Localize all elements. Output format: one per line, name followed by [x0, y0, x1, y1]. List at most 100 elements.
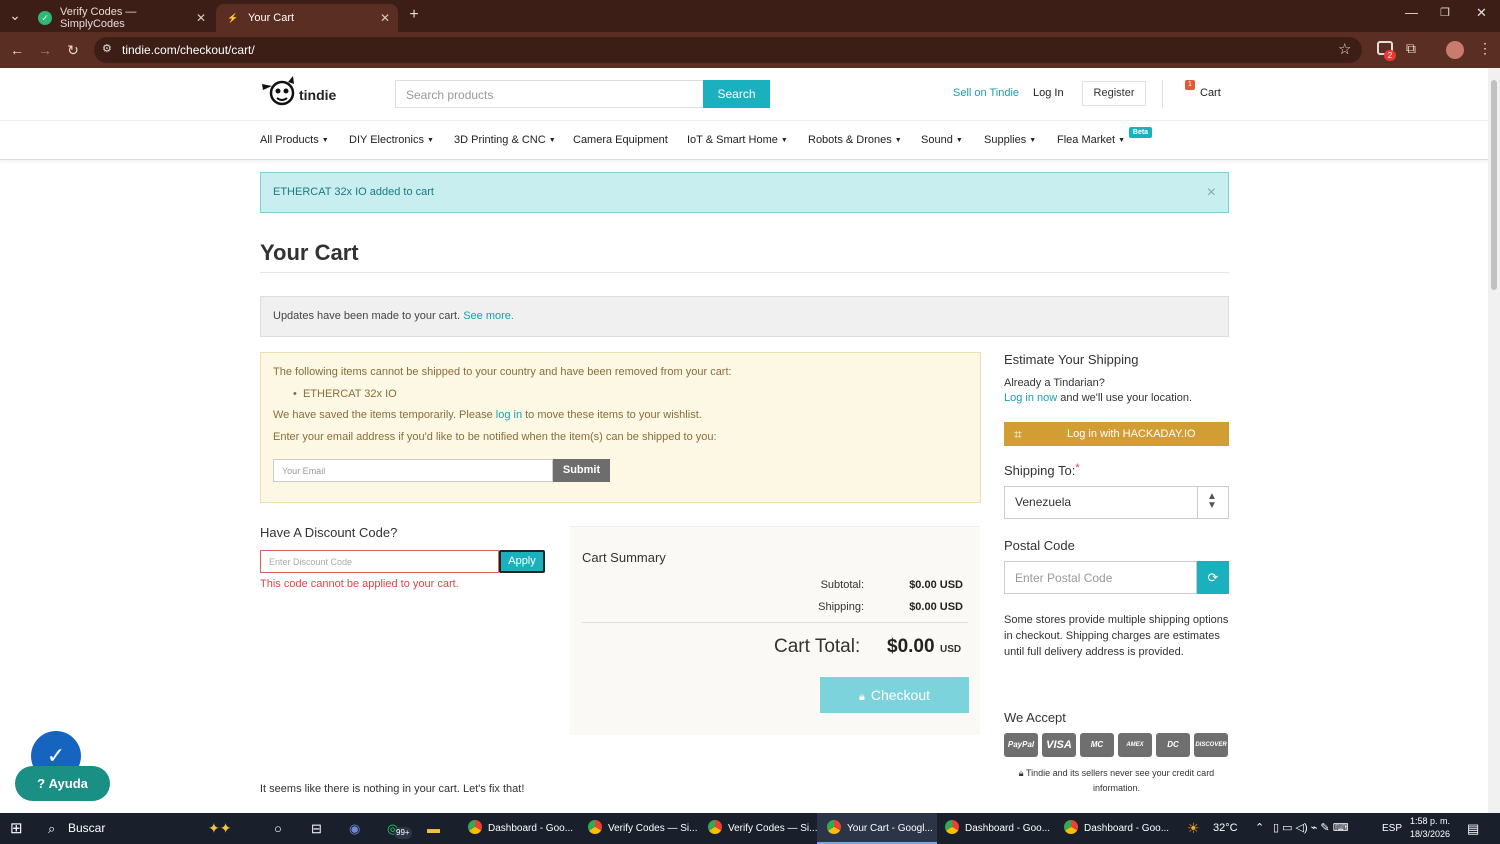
- taskbar-search-label[interactable]: Buscar: [68, 813, 105, 844]
- nav-all-products[interactable]: All Products ▼: [260, 134, 329, 146]
- privacy-text: Tindie and its sellers never see your cr…: [1025, 768, 1215, 793]
- privacy-note: 🔒︎ Tindie and its sellers never see your…: [1004, 766, 1229, 796]
- browser-tab-active[interactable]: ⚡ Your Cart ✕: [216, 4, 398, 32]
- nav-label: Flea Market: [1057, 134, 1116, 146]
- caret-down-icon: ▼: [548, 137, 556, 144]
- cart-link[interactable]: Cart: [1200, 87, 1221, 99]
- back-icon[interactable]: ←: [7, 40, 27, 60]
- taskbar-app[interactable]: Verify Codes — Si...: [698, 813, 818, 844]
- nav-3d-printing-cnc[interactable]: 3D Printing & CNC ▼: [454, 134, 556, 146]
- forward-icon[interactable]: →: [35, 40, 55, 60]
- login-link[interactable]: Log In: [1033, 87, 1064, 99]
- close-tab-icon[interactable]: ✕: [196, 11, 206, 25]
- url-text: tindie.com/checkout/cart/: [122, 43, 255, 57]
- taskbar-app-title: Dashboard - Goo...: [488, 823, 574, 834]
- close-alert-icon[interactable]: ×: [1207, 184, 1216, 202]
- nav-iot-smart-home[interactable]: IoT & Smart Home ▼: [687, 134, 788, 146]
- login-location-line: Log in now and we'll use your location.: [1004, 392, 1192, 404]
- warning-line-2: We have saved the items temporarily. Ple…: [273, 409, 702, 421]
- postal-code-input[interactable]: Enter Postal Code: [1004, 561, 1197, 594]
- sell-on-tindie-link[interactable]: Sell on Tindie: [953, 87, 1019, 99]
- tindie-logo-icon[interactable]: [260, 76, 296, 110]
- windows-start-icon[interactable]: ⊞: [10, 813, 23, 844]
- hackaday-label: Log in with HACKADAY.IO: [1067, 428, 1196, 440]
- site-info-icon[interactable]: ⚙: [102, 42, 112, 55]
- profile-avatar[interactable]: [1446, 41, 1464, 59]
- taskbar-app[interactable]: Dashboard - Goo...: [458, 813, 578, 844]
- select-divider: [1197, 487, 1198, 518]
- login-now-link[interactable]: Log in now: [1004, 392, 1057, 404]
- file-explorer-icon[interactable]: ▬: [427, 813, 440, 844]
- apply-discount-button[interactable]: Apply: [499, 550, 545, 573]
- taskbar-app-title: Your Cart - Googl...: [847, 823, 933, 834]
- shipping-note: Some stores provide multiple shipping op…: [1004, 614, 1229, 658]
- discount-code-input[interactable]: Enter Discount Code: [260, 550, 499, 573]
- notify-submit-button[interactable]: Submit: [553, 459, 610, 482]
- tray-chevron-icon[interactable]: ⌃: [1255, 813, 1264, 844]
- tab-search-chevron-icon[interactable]: ⌄: [5, 5, 25, 25]
- extensions-puzzle-icon[interactable]: ⧉: [1406, 40, 1416, 57]
- restore-icon[interactable]: ❐: [1440, 6, 1450, 19]
- beta-badge: Beta: [1129, 127, 1152, 138]
- weather-icon[interactable]: ☀: [1187, 813, 1200, 844]
- shipping-label: Shipping:: [818, 601, 864, 613]
- taskbar-app[interactable]: Dashboard - Goo...: [1054, 813, 1174, 844]
- warning-line-2-pre: We have saved the items temporarily. Ple…: [273, 409, 493, 421]
- taskbar-app[interactable]: Verify Codes — Si...: [578, 813, 698, 844]
- weather-temp[interactable]: 32°C: [1213, 813, 1238, 844]
- close-window-icon[interactable]: ✕: [1476, 5, 1487, 21]
- caret-down-icon: ▼: [321, 137, 329, 144]
- nav-sound[interactable]: Sound ▼: [921, 134, 963, 146]
- refresh-postal-icon[interactable]: ⟳: [1197, 561, 1229, 594]
- tray-icons[interactable]: ▯ ▭ ◁) ⌁ ✎ ⌨: [1273, 813, 1349, 844]
- taskbar-app-title: Dashboard - Goo...: [1084, 823, 1170, 834]
- country-select[interactable]: Venezuela ▲ ▼: [1004, 486, 1229, 519]
- page-scrollbar-thumb[interactable]: [1491, 80, 1497, 290]
- chrome-icon: [827, 820, 841, 834]
- see-more-link[interactable]: See more.: [463, 310, 514, 322]
- reload-icon[interactable]: ↻: [63, 40, 83, 60]
- new-tab-icon[interactable]: +: [404, 5, 424, 25]
- checkout-button[interactable]: 🔒︎ Checkout: [820, 677, 969, 713]
- empty-cart-message: It seems like there is nothing in your c…: [260, 783, 525, 795]
- language-indicator[interactable]: ESP: [1382, 813, 1402, 844]
- close-tab-icon[interactable]: ✕: [380, 11, 390, 25]
- tindie-logo-text[interactable]: tindie: [299, 87, 336, 103]
- bookmark-star-icon[interactable]: ☆: [1338, 40, 1351, 58]
- clock[interactable]: 1:58 p. m. 18/3/2026: [1405, 815, 1455, 841]
- login-location-text: and we'll use your location.: [1060, 392, 1193, 404]
- help-button[interactable]: ? Ayuda: [15, 766, 110, 801]
- required-mark: *: [1075, 462, 1080, 474]
- caret-down-icon: ▼: [1029, 137, 1037, 144]
- shipping-to-text: Shipping To:: [1004, 463, 1076, 478]
- page-title: Your Cart: [260, 240, 359, 265]
- address-bar[interactable]: [94, 37, 1362, 63]
- nav-robots-drones[interactable]: Robots & Drones ▼: [808, 134, 902, 146]
- widgets-icon[interactable]: ⊟: [311, 813, 322, 844]
- search-input[interactable]: Search products: [395, 80, 704, 108]
- discord-icon[interactable]: ◉: [349, 813, 360, 844]
- nav-supplies[interactable]: Supplies ▼: [984, 134, 1036, 146]
- browser-menu-icon[interactable]: ⋮: [1478, 40, 1492, 57]
- warning-login-link[interactable]: log in: [496, 409, 522, 421]
- task-view-icon[interactable]: ○: [274, 813, 282, 844]
- minimize-icon[interactable]: —: [1405, 5, 1418, 20]
- notify-email-input[interactable]: Your Email: [273, 459, 553, 482]
- search-button[interactable]: Search: [703, 80, 770, 108]
- copilot-sparkle-icon[interactable]: ✦✦: [208, 813, 231, 844]
- notifications-icon[interactable]: ▤: [1467, 813, 1479, 844]
- tab-title: Verify Codes — SimplyCodes: [59, 6, 137, 30]
- taskbar-app[interactable]: Dashboard - Goo...: [935, 813, 1055, 844]
- chrome-icon: [708, 820, 722, 834]
- hackaday-login-button[interactable]: ⌗ Log in with HACKADAY.IO: [1004, 422, 1229, 446]
- taskbar-search-icon[interactable]: ⌕: [48, 813, 55, 844]
- nav-label: DIY Electronics: [349, 134, 424, 146]
- nav-flea-market[interactable]: Flea Market ▼: [1057, 134, 1125, 146]
- nav-label: IoT & Smart Home: [687, 134, 778, 146]
- browser-tab[interactable]: ✓ Verify Codes — SimplyCodes ✕: [28, 4, 214, 32]
- taskbar-app-active[interactable]: Your Cart - Googl...: [817, 813, 937, 844]
- nav-camera-equipment[interactable]: Camera Equipment: [573, 134, 668, 146]
- register-button[interactable]: Register: [1082, 81, 1146, 106]
- tab-title: Your Cart: [248, 12, 295, 24]
- nav-diy-electronics[interactable]: DIY Electronics ▼: [349, 134, 434, 146]
